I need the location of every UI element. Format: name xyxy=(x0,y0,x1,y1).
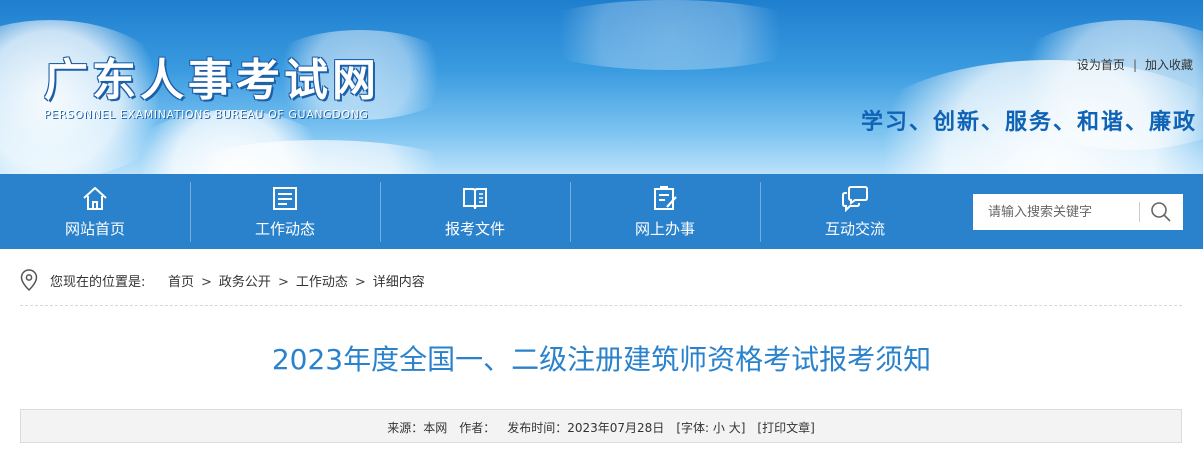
breadcrumb-lead: 您现在的位置是: xyxy=(50,275,146,290)
search-divider xyxy=(1139,202,1140,222)
top-links: 设为首页 | 加入收藏 xyxy=(1077,56,1193,73)
nav-item-exam-documents[interactable]: 报考文件 xyxy=(380,174,570,249)
cloud-decoration xyxy=(520,0,820,70)
article-meta-bar: 来源：本网 作者： 发布时间：2023年07月28日 [字体: 小 大] [打印文章] xyxy=(20,409,1182,443)
breadcrumb-path: 首页 > 政务公开 > 工作动态 > 详细内容 xyxy=(168,271,425,290)
breadcrumb-arrow: > xyxy=(277,275,289,290)
nav-item-online-service[interactable]: 网上办事 xyxy=(570,174,760,249)
online-service-icon xyxy=(654,186,677,210)
nav-item-label: 报考文件 xyxy=(444,220,505,238)
article-author: 作者： xyxy=(459,421,496,435)
font-small-button[interactable]: 小 xyxy=(713,421,725,435)
location-pin-icon xyxy=(20,269,38,291)
nav-item-interaction[interactable]: 互动交流 xyxy=(760,174,950,249)
link-separator: | xyxy=(1132,58,1137,72)
header-banner: 广东人事考试网 PERSONNEL EXAMINATIONS BUREAU OF… xyxy=(0,0,1203,176)
search-input[interactable] xyxy=(973,194,1148,230)
site-logo-title[interactable]: 广东人事考试网 xyxy=(44,44,380,108)
article-source: 来源：本网 xyxy=(387,421,448,435)
font-size-label: [字体: xyxy=(676,421,710,435)
chat-bubbles-icon xyxy=(842,186,868,212)
article-publish-time: 发布时间：2023年07月28日 xyxy=(507,421,665,435)
breadcrumb-arrow: > xyxy=(354,275,366,290)
breadcrumb-work-news[interactable]: 工作动态 xyxy=(296,275,348,290)
site-logo-subtitle: PERSONNEL EXAMINATIONS BUREAU OF GUANGDO… xyxy=(44,108,369,121)
home-icon xyxy=(83,187,107,210)
article-title: 2023年度全国一、二级注册建筑师资格考试报考须知 xyxy=(271,343,932,376)
breadcrumb-home[interactable]: 首页 xyxy=(168,275,194,290)
print-article-button[interactable]: [打印文章] xyxy=(757,421,814,435)
nav-item-label: 网站首页 xyxy=(64,220,125,238)
nav-item-label: 工作动态 xyxy=(254,220,315,238)
breadcrumb-current: 详细内容 xyxy=(372,275,425,290)
search-icon[interactable] xyxy=(1147,198,1175,226)
divider xyxy=(20,305,1182,306)
nav-item-work-news[interactable]: 工作动态 xyxy=(190,174,380,249)
nav-item-label: 互动交流 xyxy=(824,220,885,238)
breadcrumb-government-affairs[interactable]: 政务公开 xyxy=(219,275,271,290)
set-homepage-link[interactable]: 设为首页 xyxy=(1077,58,1125,72)
news-icon xyxy=(273,187,297,210)
font-large-button[interactable]: 大 xyxy=(729,421,741,435)
breadcrumb-arrow: > xyxy=(201,275,212,290)
nav-item-home[interactable]: 网站首页 xyxy=(0,174,190,249)
nav-item-label: 网上办事 xyxy=(634,220,695,238)
font-size-close: ] xyxy=(740,421,746,435)
document-book-icon xyxy=(463,188,487,210)
slogan: 学习、创新、服务、和谐、廉政 xyxy=(860,110,1197,135)
add-favorite-link[interactable]: 加入收藏 xyxy=(1145,58,1193,72)
search-box xyxy=(973,194,1183,230)
